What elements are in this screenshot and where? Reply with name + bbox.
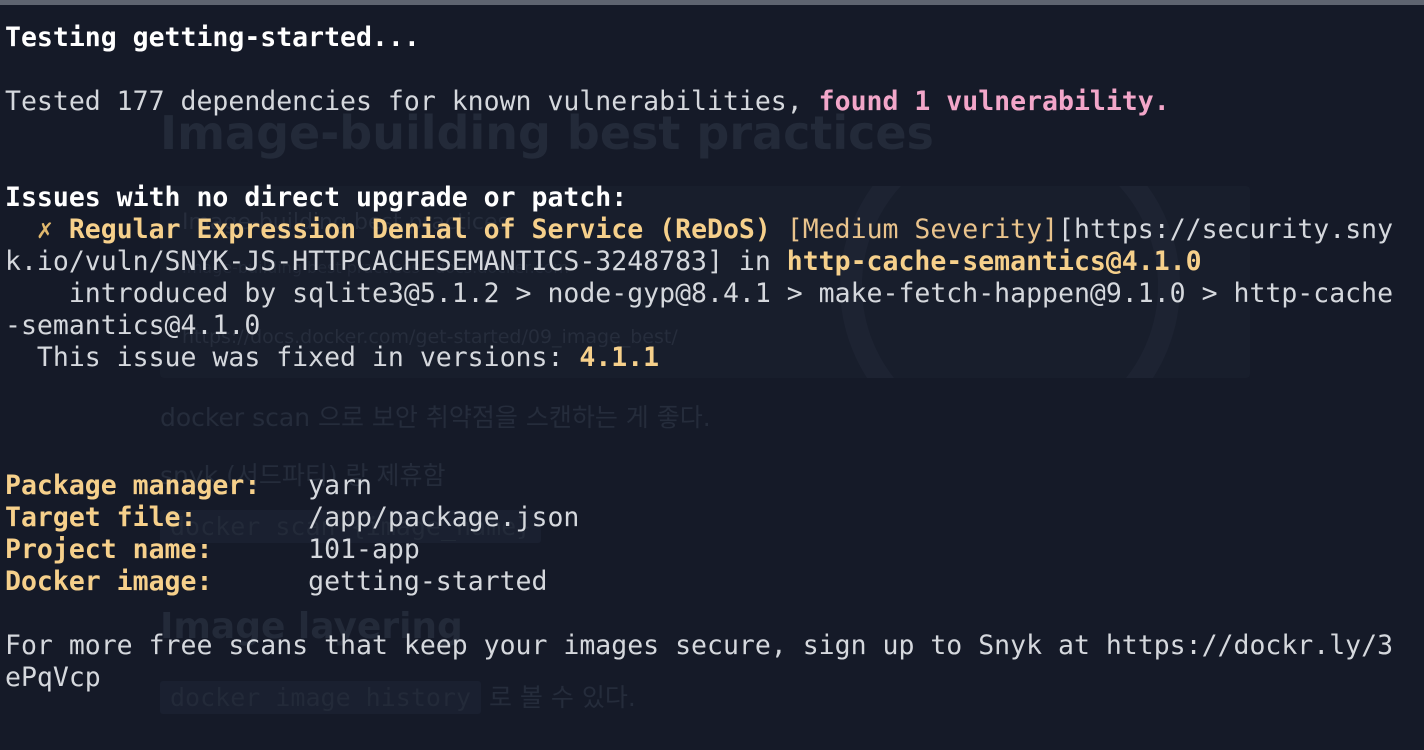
introduced-by-line-cont: -semantics@4.1.0 — [5, 310, 261, 341]
tested-summary-line: Tested 177 dependencies for known vulner… — [5, 86, 1417, 118]
issue-url-start: [https://security.sny — [1058, 214, 1394, 245]
introduced-by-line: introduced by sqlite3@5.1.2 > node-gyp@8… — [5, 278, 1394, 309]
issue-url-end: k.io/vuln/SNYK-JS-HTTPCACHESEMANTICS-324… — [5, 246, 787, 277]
fixed-version: 4.1.1 — [579, 342, 660, 373]
found-vulnerability-count: found 1 vulnerability. — [818, 86, 1170, 117]
info-docker-image: Docker image: getting-started — [5, 566, 1417, 598]
cross-mark-icon: ✗ — [36, 214, 53, 245]
severity-label: [Medium Severity] — [786, 214, 1059, 245]
info-label: Target file: — [5, 502, 197, 533]
info-project-name: Project name: 101-app — [5, 534, 1417, 566]
issue-title-line: ✗ Regular Expression Denial of Service (… — [5, 214, 1417, 246]
issue-url-line: k.io/vuln/SNYK-JS-HTTPCACHESEMANTICS-324… — [5, 246, 1417, 278]
footer-line-cont: ePqVcp — [5, 662, 101, 693]
testing-line: Testing getting-started... — [5, 22, 420, 53]
info-package-manager: Package manager: yarn — [5, 470, 1417, 502]
tested-summary-text: Tested 177 dependencies for known vulner… — [5, 86, 819, 117]
info-target-file: Target file: /app/package.json — [5, 502, 1417, 534]
info-value: /app/package.json — [196, 502, 580, 533]
info-value: 101-app — [212, 534, 420, 565]
fixed-versions-line: This issue was fixed in versions: 4.1.1 — [5, 342, 1417, 374]
footer-line: For more free scans that keep your image… — [5, 630, 1394, 661]
issue-indent — [5, 214, 37, 245]
info-label: Package manager: — [5, 470, 261, 501]
fixed-versions-text: This issue was fixed in versions: — [5, 342, 580, 373]
issue-title: Regular Expression Denial of Service (Re… — [52, 214, 787, 245]
terminal-output[interactable]: Testing getting-started... Tested 177 de… — [5, 22, 1417, 694]
info-value: yarn — [260, 470, 372, 501]
info-label: Project name: — [5, 534, 213, 565]
vulnerable-package: http-cache-semantics@4.1.0 — [786, 246, 1202, 277]
info-label: Docker image: — [5, 566, 213, 597]
issues-header: Issues with no direct upgrade or patch: — [5, 182, 628, 213]
info-value: getting-started — [212, 566, 548, 597]
